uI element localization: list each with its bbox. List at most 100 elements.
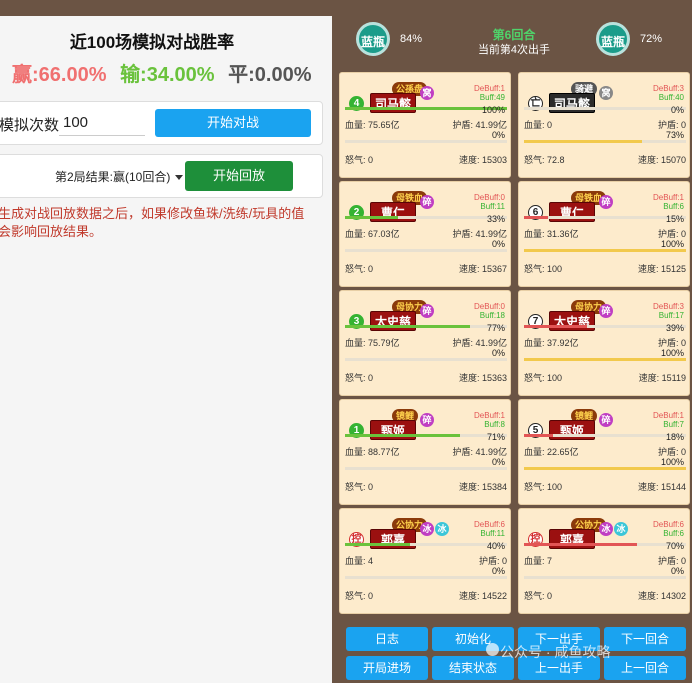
buff-count: Buff:49 — [479, 93, 505, 102]
rage-label: 怒气: — [524, 155, 545, 165]
result-select[interactable]: 第2局结果:赢(10回合) — [55, 168, 184, 185]
shield-label: 护盾: — [657, 120, 679, 130]
shield-bar — [345, 467, 507, 470]
shield-value: 0 — [680, 120, 686, 130]
hp-value: 88.77亿 — [368, 447, 400, 457]
chevron-down-icon — [175, 175, 184, 181]
unit-card[interactable]: 6 母铁血 曹仁碎 DeBuff:1 Buff:6 15% 血量: 31.36亿 护盾: 01… — [518, 181, 690, 287]
simulation-controls: 模拟次数 开始对战 — [0, 101, 323, 145]
shield-percent: 100% — [660, 239, 684, 249]
speed-value: 15367 — [481, 264, 507, 274]
shield-label: 护盾: — [657, 338, 679, 348]
hp-label: 血量: — [345, 120, 366, 130]
hp-label: 血量: — [524, 120, 545, 130]
rage-speed-row: 怒气: 0 速度: 15303 — [345, 153, 507, 166]
unit-card[interactable]: 2 母铁血 曹仁碎 DeBuff:0 Buff:11 33% 血量: 67.03亿 护盾: 4… — [339, 181, 511, 287]
hp-bar-fill — [345, 543, 410, 546]
hp-bar — [524, 434, 686, 437]
status-icon: 窝 — [420, 86, 434, 100]
status-icon: 冰 — [614, 522, 628, 536]
rage-value: 0 — [368, 482, 374, 492]
hp-bar-fill — [524, 434, 554, 437]
speed-label: 速度: — [458, 482, 480, 492]
debuff-count: DeBuff:6 — [474, 520, 505, 529]
shield-label: 护盾: — [657, 229, 679, 239]
hp-bar-fill — [345, 434, 461, 437]
shield-label: 护盾: — [452, 120, 473, 130]
unit-card[interactable]: 控公协力 郭嘉冰冰 DeBuff:6 Buff:11 40% 血量: 4 护盾: 0 0% 怒气… — [339, 508, 511, 614]
rage-speed-row: 怒气: 0 速度: 15384 — [345, 480, 507, 493]
speed-value: 15363 — [481, 373, 507, 383]
hp-percent: 77% — [486, 323, 505, 333]
debuff-count: DeBuff:0 — [474, 302, 505, 311]
watermark: 公众号 · 咸鱼攻略 — [500, 644, 611, 660]
hp-percent: 100% — [481, 105, 505, 115]
status-icon: 碎 — [599, 195, 613, 209]
hp-shield-row: 血量: 7 护盾: 0 — [524, 554, 686, 567]
hp-percent: 40% — [486, 541, 505, 551]
unit-card[interactable]: 控公协力 郭嘉冰冰 DeBuff:6 Buff:6 70% 血量: 7 护盾: 0 0% 怒气:… — [518, 508, 690, 614]
next-round-button[interactable]: 下一回合 — [604, 627, 686, 651]
shield-bar — [524, 467, 686, 470]
rage-label: 怒气: — [345, 373, 366, 383]
rage-value: 0 — [368, 155, 374, 165]
hp-label: 血量: — [524, 447, 545, 457]
shield-percent: 0% — [491, 457, 505, 467]
buff-count: Buff:18 — [479, 311, 505, 320]
rage-value: 100 — [547, 373, 563, 383]
speed-value: 15070 — [660, 155, 686, 165]
unit-card[interactable]: 5 镜鲤 甄姬碎 DeBuff:1 Buff:7 18% 血量: 22.65亿 护盾: 0 10… — [518, 399, 690, 505]
unit-card[interactable]: 3 母协力 太史慈碎 DeBuff:0 Buff:18 77% 血量: 75.79亿 护盾: … — [339, 290, 511, 396]
rage-speed-row: 怒气: 0 速度: 15363 — [345, 371, 507, 384]
status-icon: 冰 — [435, 522, 449, 536]
wechat-icon — [486, 643, 499, 656]
shield-value: 0 — [680, 556, 686, 566]
shield-percent: 100% — [660, 348, 684, 358]
debuff-count: DeBuff:0 — [474, 193, 505, 202]
shield-bar — [524, 140, 686, 143]
rage-label: 怒气: — [345, 591, 366, 601]
sim-count-input[interactable] — [59, 110, 145, 136]
status-icon: 碎 — [599, 304, 613, 318]
unit-card[interactable]: 亡骑避 司马懿窝 DeBuff:3 Buff:40 0% 血量: 0 护盾: 0 73% 怒气:… — [518, 72, 690, 178]
shield-value: 41.99亿 — [475, 447, 507, 457]
rage-speed-row: 怒气: 100 速度: 15144 — [524, 480, 686, 493]
unit-card[interactable]: 4 公孫盘 司马懿窝 DeBuff:1 Buff:49 100% 血量: 75.65亿 护盾:… — [339, 72, 511, 178]
debuff-count: DeBuff:3 — [653, 302, 684, 311]
status-icon: 冰 — [420, 522, 434, 536]
unit-card[interactable]: 1 镜鲤 甄姬碎 DeBuff:1 Buff:8 71% 血量: 88.77亿 护盾: 41.… — [339, 399, 511, 505]
speed-label: 速度: — [637, 155, 659, 165]
shield-bar — [524, 576, 686, 579]
status-icon: 窝 — [599, 86, 613, 100]
log-button[interactable]: 日志 — [346, 627, 428, 651]
speed-label: 速度: — [458, 373, 480, 383]
speed-label: 速度: — [458, 591, 480, 601]
shield-percent: 0% — [491, 566, 505, 576]
shield-label: 护盾: — [452, 447, 473, 457]
hp-value: 37.92亿 — [547, 338, 579, 348]
shield-percent: 0% — [491, 348, 505, 358]
left-team-bottle: 蓝瓶 — [356, 22, 390, 56]
shield-value: 0 — [680, 338, 686, 348]
start-replay-button[interactable]: 开始回放 — [185, 161, 293, 191]
shield-label: 护盾: — [657, 556, 679, 566]
shield-bar — [524, 249, 686, 252]
unit-name: 曹仁 — [370, 202, 416, 222]
shield-value: 0 — [680, 447, 686, 457]
hp-shield-row: 血量: 0 护盾: 0 — [524, 118, 686, 131]
unit-card[interactable]: 7 母协力 太史慈碎 DeBuff:3 Buff:17 39% 血量: 37.92亿 护盾: … — [518, 290, 690, 396]
unit-name: 甄姬 — [549, 420, 595, 440]
hp-bar — [524, 543, 686, 546]
shield-percent: 100% — [660, 457, 684, 467]
rage-speed-row: 怒气: 100 速度: 15119 — [524, 371, 686, 384]
start-battle-button[interactable]: 开始对战 — [155, 109, 311, 137]
prev-round-button[interactable]: 上一回合 — [604, 656, 686, 680]
status-icon: 碎 — [420, 195, 434, 209]
rage-value: 100 — [547, 482, 563, 492]
status-icon: 碎 — [420, 304, 434, 318]
shield-label: 护盾: — [452, 229, 473, 239]
open-enter-button[interactable]: 开局进场 — [346, 656, 428, 680]
rage-speed-row: 怒气: 0 速度: 14302 — [524, 589, 686, 602]
shield-value: 41.99亿 — [475, 229, 507, 239]
left-team-pct: 84% — [400, 33, 423, 45]
